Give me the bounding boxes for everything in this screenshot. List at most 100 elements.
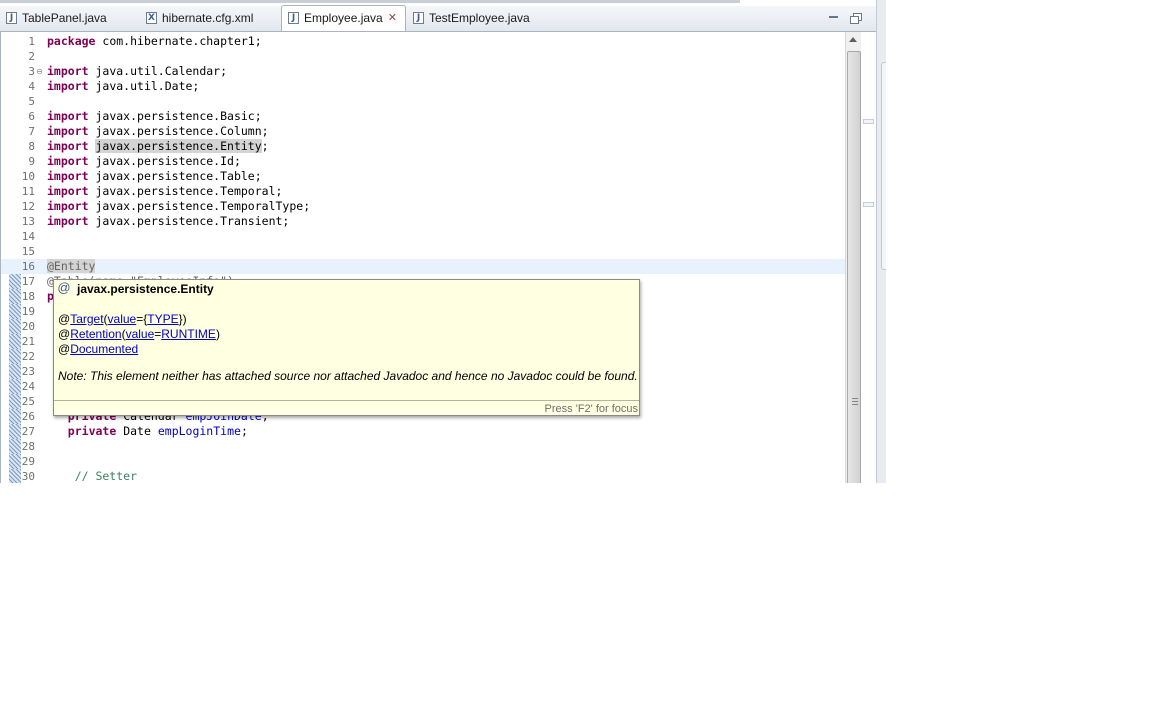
code-token: import [47, 124, 89, 138]
code-token: import [47, 184, 89, 198]
code-token: import [47, 64, 89, 78]
code-line[interactable]: 10 import javax.persistence.Table; [1, 169, 845, 184]
tab-label: Employee.java [304, 11, 383, 25]
code-text: import javax.persistence.Basic; [47, 109, 262, 124]
code-line[interactable]: 8 import javax.persistence.Entity; [1, 139, 845, 154]
line-number: 28 [21, 440, 35, 453]
fold-toggle-icon[interactable]: ⊖ [36, 64, 43, 79]
code-line[interactable]: 14 [1, 229, 845, 244]
tab-testemployee-java[interactable]: J TestEmployee.java [407, 6, 542, 31]
javadoc-note: Note: This element neither has attached … [58, 369, 638, 383]
tab-employee-java[interactable]: J Employee.java ✕ [281, 5, 406, 31]
code-token: import [47, 214, 89, 228]
line-number: 29 [21, 455, 35, 468]
code-token: java.util.Date; [95, 79, 200, 93]
java-file-icon: J [413, 12, 424, 24]
code-line[interactable]: 29 [1, 454, 845, 469]
code-token: import [47, 79, 89, 93]
code-token: ; [261, 139, 269, 153]
retention-annotation-row: @Retention(value=RUNTIME) [58, 327, 220, 341]
code-line[interactable]: 3 ⊖ import java.util.Calendar; [1, 64, 845, 79]
code-token: import [47, 109, 89, 123]
code-line[interactable]: 4 import java.util.Date; [1, 79, 845, 94]
overview-marker[interactable] [863, 202, 874, 207]
code-token: javax.persistence.Column; [95, 124, 269, 138]
line-number: 3 [28, 65, 35, 78]
line-number: 14 [21, 230, 35, 243]
hover-title: javax.persistence.Entity [77, 282, 214, 296]
line-number: 27 [21, 425, 35, 438]
line-number: 25 [21, 395, 35, 408]
code-token: javax.persistence.Basic; [95, 109, 262, 123]
code-token: Date [123, 424, 151, 438]
line-number: 22 [21, 350, 35, 363]
java-file-icon: J [288, 12, 299, 24]
code-line[interactable]: 6 import javax.persistence.Basic; [1, 109, 845, 124]
code-line[interactable]: 2 [1, 49, 845, 64]
code-token: com.hibernate.chapter1; [102, 34, 262, 48]
retention-value-key-link[interactable]: value [126, 327, 155, 341]
line-number: 19 [21, 305, 35, 318]
code-line[interactable]: 15 [1, 244, 845, 259]
code-token: javax.persistence.Transient; [95, 214, 290, 228]
line-number: 11 [21, 185, 35, 198]
code-text: import javax.persistence.Temporal; [47, 184, 282, 199]
retention-link[interactable]: Retention [70, 327, 121, 341]
runtime-link[interactable]: RUNTIME [161, 327, 216, 341]
line-number: 26 [21, 410, 35, 423]
code-line[interactable]: 27 private Date empLoginTime; [1, 424, 845, 439]
code-token: import [47, 169, 89, 183]
line-number: 12 [21, 200, 35, 213]
maximize-icon[interactable] [849, 12, 863, 24]
documented-link[interactable]: Documented [70, 342, 138, 356]
java-file-icon: J [6, 12, 17, 24]
code-text: private Date empLoginTime; [47, 424, 248, 439]
code-line[interactable]: 16 @Entity [1, 259, 845, 274]
line-number: 23 [21, 365, 35, 378]
line-number: 1 [28, 35, 35, 48]
window-top-border [0, 0, 886, 3]
code-text: import javax.persistence.Table; [47, 169, 262, 184]
code-token: ; [240, 424, 248, 438]
line-number: 24 [21, 380, 35, 393]
overview-marker[interactable] [863, 119, 874, 124]
target-link[interactable]: Target [70, 312, 103, 326]
line-number: 30 [21, 470, 35, 483]
line-number: 21 [21, 335, 35, 348]
line-number: 18 [21, 290, 35, 303]
minimize-icon[interactable] [827, 12, 841, 24]
code-line[interactable]: 11 import javax.persistence.Temporal; [1, 184, 845, 199]
code-line[interactable]: 9 import javax.persistence.Id; [1, 154, 845, 169]
tab-hibernate-cfg-xml[interactable]: X hibernate.cfg.xml [140, 6, 280, 31]
tab-tablepanel-java[interactable]: J TablePanel.java [0, 6, 132, 31]
code-token: package [47, 34, 96, 48]
code-line[interactable]: 28 [1, 439, 845, 454]
code-text: import javax.persistence.Entity; [47, 139, 269, 154]
code-text: package com.hibernate.chapter1; [47, 34, 262, 49]
code-line[interactable]: 13 import javax.persistence.Transient; [1, 214, 845, 229]
focus-hint: Press 'F2' for focus [544, 403, 638, 415]
scroll-up-arrow-icon[interactable] [849, 37, 857, 42]
code-line[interactable]: 5 [1, 94, 845, 109]
line-number: 13 [21, 215, 35, 228]
tab-label: TablePanel.java [22, 11, 107, 25]
hover-status-bar: Press 'F2' for focus [54, 400, 639, 416]
close-icon[interactable]: ✕ [388, 12, 397, 24]
side-panel-edge [876, 0, 886, 483]
line-number: 16 [21, 260, 35, 273]
vertical-scrollbar[interactable] [845, 32, 861, 483]
code-line[interactable]: 30 // Setter [1, 469, 845, 483]
code-line[interactable]: 7 import javax.persistence.Column; [1, 124, 845, 139]
code-line[interactable]: 12 import javax.persistence.TemporalType; [1, 199, 845, 214]
code-token: javax.persistence.Table; [95, 169, 262, 183]
line-number: 7 [28, 125, 35, 138]
target-value-key-link[interactable]: value [108, 312, 137, 326]
type-link[interactable]: TYPE [147, 312, 178, 326]
scrollbar-thumb[interactable] [847, 51, 861, 483]
code-line[interactable]: 1 package com.hibernate.chapter1; [1, 34, 845, 49]
code-token: import [47, 139, 89, 153]
javadoc-hover-popup[interactable]: @ javax.persistence.Entity @Target(value… [53, 279, 640, 416]
code-text: @Entity [47, 259, 96, 274]
code-token: java.util.Calendar; [95, 64, 228, 78]
